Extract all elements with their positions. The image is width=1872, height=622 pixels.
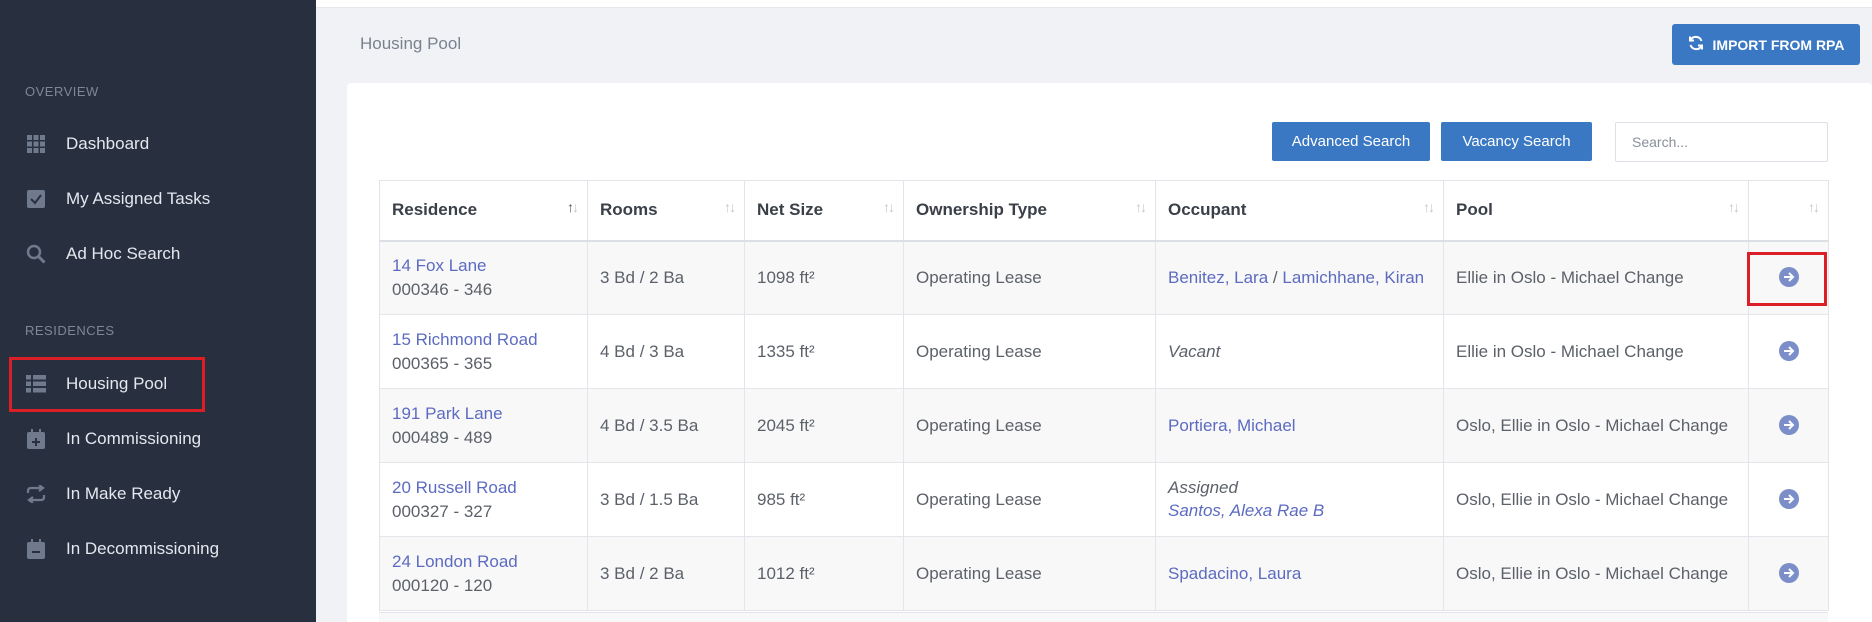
sidebar: OVERVIEW Dashboard My Assigned Tasks Ad … [0, 0, 316, 622]
occupant-status: Vacant [1168, 341, 1221, 361]
column-header-net-size[interactable]: Net Size ↑↓ [744, 180, 904, 242]
sidebar-item-label: In Decommissioning [66, 539, 220, 558]
table-row: 24 London Road 000120 - 120 3 Bd / 2 Ba 1… [379, 536, 1829, 611]
column-header-ownership-type[interactable]: Ownership Type ↑↓ [903, 180, 1156, 242]
grid-icon [26, 134, 46, 154]
residence-code: 000327 - 327 [392, 501, 493, 521]
sidebar-item-label: My Assigned Tasks [66, 189, 211, 208]
ownership-cell: Operating Lease [903, 388, 1156, 463]
ownership-cell: Operating Lease [903, 462, 1156, 537]
column-header-pool[interactable]: Pool ↑↓ [1443, 180, 1749, 242]
arrow-right-icon [1783, 494, 1794, 504]
pool-cell: Oslo, Ellie in Oslo - Michael Change [1443, 388, 1749, 463]
residence-link[interactable]: 15 Richmond Road [392, 330, 538, 349]
calendar-minus-icon [26, 539, 46, 559]
column-header-rooms[interactable]: Rooms ↑↓ [587, 180, 745, 242]
sidebar-item-label: In Commissioning [66, 429, 202, 448]
residence-link[interactable]: 14 Fox Lane [392, 256, 487, 275]
table-row: 20 Russell Road 000327 - 327 3 Bd / 1.5 B… [379, 462, 1829, 537]
section-label-residences: RESIDENCES [25, 323, 115, 338]
open-residence-button[interactable] [1778, 415, 1799, 435]
sort-icon: ↑↓ [1728, 199, 1740, 215]
column-header-actions[interactable]: ↑↓ [1748, 180, 1829, 242]
residence-code: 000365 - 365 [392, 353, 493, 373]
rooms-cell: 4 Bd / 3 Ba [587, 314, 745, 389]
ownership-cell: Operating Lease [903, 240, 1156, 315]
occupant-separator: / [1268, 267, 1283, 287]
occupant-link[interactable]: Lamichhane, Kiran [1282, 268, 1424, 287]
sort-icon: ↑↓ [567, 199, 579, 215]
pool-cell: Oslo, Ellie in Oslo - Michael Change [1443, 462, 1749, 537]
sidebar-item-in-commissioning[interactable]: In Commissioning [0, 419, 316, 459]
sort-icon: ↑↓ [1808, 199, 1820, 215]
vacancy-search-button[interactable]: Vacancy Search [1441, 122, 1592, 161]
sidebar-item-my-assigned-tasks[interactable]: My Assigned Tasks [0, 179, 316, 219]
sidebar-item-dashboard[interactable]: Dashboard [0, 124, 316, 164]
sort-icon: ↑↓ [1423, 199, 1435, 215]
housing-pool-table: Residence ↑↓ Rooms ↑↓ Net Size ↑↓ Ownership… [379, 180, 1829, 611]
arrow-right-icon [1783, 568, 1794, 578]
sort-icon: ↑↓ [1135, 199, 1147, 215]
sidebar-item-ad-hoc-search[interactable]: Ad Hoc Search [0, 234, 316, 274]
sync-icon [1688, 35, 1704, 54]
table-row: 15 Richmond Road 000365 - 365 4 Bd / 3 Ba… [379, 314, 1829, 389]
residence-code: 000489 - 489 [392, 427, 493, 447]
occupant-link[interactable]: Portiera, Michael [1168, 416, 1296, 435]
highlight-box-housing-pool [9, 357, 205, 412]
rooms-cell: 3 Bd / 2 Ba [587, 240, 745, 315]
rooms-cell: 3 Bd / 2 Ba [587, 536, 745, 611]
open-residence-button[interactable] [1778, 341, 1799, 361]
table-header-row: Residence ↑↓ Rooms ↑↓ Net Size ↑↓ Ownership… [379, 180, 1829, 242]
calendar-plus-icon [26, 429, 46, 449]
sidebar-item-in-decommissioning[interactable]: In Decommissioning [0, 529, 316, 569]
net-size-cell: 1012 ft² [744, 536, 904, 611]
residence-link[interactable]: 191 Park Lane [392, 404, 503, 423]
open-residence-button[interactable] [1778, 563, 1799, 583]
table-row-partial [379, 612, 1828, 622]
net-size-cell: 1098 ft² [744, 240, 904, 315]
highlight-box-open-button [1747, 251, 1827, 306]
repeat-icon [26, 484, 46, 504]
sidebar-item-label: Dashboard [66, 134, 150, 153]
occupant-link[interactable]: Santos, Alexa Rae B [1168, 501, 1443, 521]
column-header-occupant[interactable]: Occupant ↑↓ [1155, 180, 1444, 242]
sidebar-item-label: In Make Ready [66, 484, 181, 503]
page-title: Housing Pool [360, 34, 462, 53]
sort-icon: ↑↓ [883, 199, 895, 215]
sort-icon: ↑↓ [724, 199, 736, 215]
net-size-cell: 2045 ft² [744, 388, 904, 463]
search-icon [26, 244, 46, 264]
rooms-cell: 4 Bd / 3.5 Ba [587, 388, 745, 463]
occupant-link[interactable]: Spadacino, Laura [1168, 564, 1301, 583]
import-label: IMPORT FROM RPA [1712, 36, 1845, 53]
pool-cell: Oslo, Ellie in Oslo - Michael Change [1443, 536, 1749, 611]
arrow-right-icon [1783, 346, 1794, 356]
open-residence-button[interactable] [1778, 489, 1799, 509]
net-size-cell: 985 ft² [744, 462, 904, 537]
arrow-right-icon [1783, 420, 1794, 430]
ownership-cell: Operating Lease [903, 314, 1156, 389]
import-from-rpa-button[interactable]: IMPORT FROM RPA [1672, 24, 1860, 65]
residence-code: 000120 - 120 [392, 575, 493, 595]
ownership-cell: Operating Lease [903, 536, 1156, 611]
sidebar-item-in-make-ready[interactable]: In Make Ready [0, 474, 316, 514]
residence-code: 000346 - 346 [392, 279, 493, 299]
occupant-link[interactable]: Benitez, Lara [1168, 268, 1268, 287]
search-input[interactable] [1615, 122, 1828, 162]
rooms-cell: 3 Bd / 1.5 Ba [587, 462, 745, 537]
pool-cell: Ellie in Oslo - Michael Change [1443, 314, 1749, 389]
net-size-cell: 1335 ft² [744, 314, 904, 389]
residence-link[interactable]: 24 London Road [392, 552, 518, 571]
residence-link[interactable]: 20 Russell Road [392, 478, 517, 497]
pool-cell: Ellie in Oslo - Michael Change [1443, 240, 1749, 315]
sidebar-item-label: Ad Hoc Search [66, 244, 181, 263]
column-header-residence[interactable]: Residence ↑↓ [379, 180, 588, 242]
advanced-search-button[interactable]: Advanced Search [1272, 122, 1430, 161]
occupant-status: Assigned [1168, 478, 1238, 497]
section-label-overview: OVERVIEW [25, 84, 99, 99]
checkbox-icon [26, 189, 46, 209]
table-row: 14 Fox Lane 000346 - 346 3 Bd / 2 Ba 1098… [379, 240, 1829, 315]
table-row: 191 Park Lane 000489 - 489 4 Bd / 3.5 Ba … [379, 388, 1829, 463]
top-bar [316, 0, 1872, 8]
